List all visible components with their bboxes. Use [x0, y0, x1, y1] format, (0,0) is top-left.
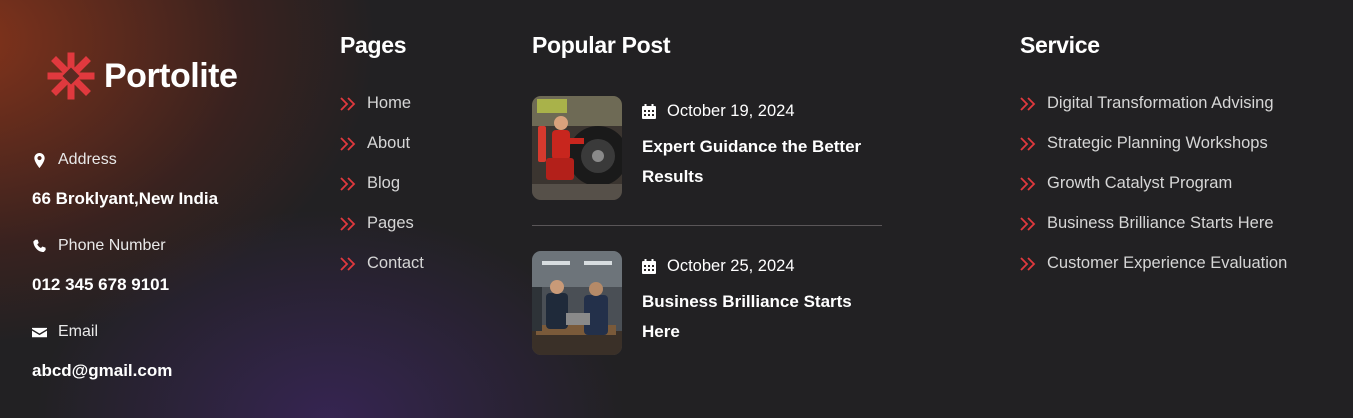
- phone-label: Phone Number: [58, 237, 166, 254]
- list-item: Strategic Planning Workshops: [1020, 134, 1287, 174]
- service-link-label: Customer Experience Evaluation: [1047, 254, 1288, 272]
- list-item: Blog: [340, 174, 424, 214]
- post-date: October 19, 2024: [642, 102, 795, 121]
- calendar-icon: [642, 104, 656, 119]
- asterisk-logo-icon: [47, 52, 95, 100]
- pages-link-label: Home: [367, 94, 412, 112]
- map-pin-icon: [34, 152, 45, 168]
- service-link-label: Growth Catalyst Program: [1047, 174, 1233, 192]
- pages-list: Home About Blog Pages Contact: [340, 94, 424, 294]
- service-list: Digital Transformation Advising Strategi…: [1020, 94, 1287, 294]
- brand-name: Portolite: [104, 56, 238, 95]
- list-item: About: [340, 134, 424, 174]
- service-link[interactable]: Customer Experience Evaluation: [1020, 254, 1287, 273]
- pages-heading: Pages: [340, 32, 407, 58]
- mechanic-tire-photo[interactable]: [532, 96, 622, 200]
- double-chevron-right-icon: [340, 176, 356, 191]
- address-value: 66 Broklyant,New India: [32, 189, 219, 208]
- list-item: Pages: [340, 214, 424, 254]
- double-chevron-right-icon: [340, 96, 356, 111]
- site-footer: Portolite Address 66 Broklyant,New India…: [0, 0, 1353, 418]
- list-item: Home: [340, 94, 424, 134]
- workshop-engineers-photo[interactable]: [532, 251, 622, 355]
- address-label: Address: [58, 151, 117, 168]
- list-item: Contact: [340, 254, 424, 294]
- post-card: October 25, 2024 Business Brilliance Sta…: [532, 251, 882, 355]
- pages-link-about[interactable]: About: [340, 134, 410, 153]
- post-card: October 19, 2024 Expert Guidance the Bet…: [532, 96, 882, 200]
- post-title-link[interactable]: Business Brilliance Starts Here: [642, 287, 882, 347]
- service-link[interactable]: Digital Transformation Advising: [1020, 94, 1274, 113]
- envelope-icon: [32, 327, 47, 337]
- double-chevron-right-icon: [1020, 96, 1036, 111]
- double-chevron-right-icon: [340, 136, 356, 151]
- pages-link-contact[interactable]: Contact: [340, 254, 424, 273]
- address-label-row: Address: [32, 151, 117, 169]
- double-chevron-right-icon: [340, 216, 356, 231]
- popular-post-heading: Popular Post: [532, 32, 671, 58]
- double-chevron-right-icon: [340, 256, 356, 271]
- post-date: October 25, 2024: [642, 257, 795, 276]
- list-item: Growth Catalyst Program: [1020, 174, 1287, 214]
- service-link-label: Strategic Planning Workshops: [1047, 134, 1268, 152]
- pages-link-label: Contact: [367, 254, 424, 272]
- service-link-label: Digital Transformation Advising: [1047, 94, 1274, 112]
- pages-link-label: About: [367, 134, 411, 152]
- double-chevron-right-icon: [1020, 256, 1036, 271]
- pages-link-pages[interactable]: Pages: [340, 214, 414, 233]
- service-link[interactable]: Business Brilliance Starts Here: [1020, 214, 1274, 233]
- email-label-row: Email: [32, 323, 98, 341]
- phone-value[interactable]: 012 345 678 9101: [32, 275, 169, 295]
- phone-label-row: Phone Number: [32, 237, 166, 255]
- post-date-text: October 19, 2024: [667, 102, 795, 120]
- email-label: Email: [58, 323, 99, 340]
- email-value[interactable]: abcd@gmail.com: [32, 361, 172, 381]
- list-item: Digital Transformation Advising: [1020, 94, 1287, 134]
- pages-link-label: Blog: [367, 174, 401, 192]
- service-link-label: Business Brilliance Starts Here: [1047, 214, 1274, 232]
- calendar-icon: [642, 259, 656, 274]
- brand-logo[interactable]: Portolite: [47, 52, 238, 100]
- double-chevron-right-icon: [1020, 216, 1036, 231]
- post-date-text: October 25, 2024: [667, 257, 795, 275]
- double-chevron-right-icon: [1020, 136, 1036, 151]
- pages-link-label: Pages: [367, 214, 414, 232]
- service-link[interactable]: Growth Catalyst Program: [1020, 174, 1232, 193]
- pages-link-blog[interactable]: Blog: [340, 174, 400, 193]
- phone-icon: [33, 239, 46, 252]
- list-item: Customer Experience Evaluation: [1020, 254, 1287, 294]
- service-heading: Service: [1020, 32, 1100, 58]
- post-divider: [532, 225, 882, 226]
- pages-link-home[interactable]: Home: [340, 94, 411, 113]
- service-link[interactable]: Strategic Planning Workshops: [1020, 134, 1268, 153]
- post-title-link[interactable]: Expert Guidance the Better Results: [642, 132, 882, 192]
- list-item: Business Brilliance Starts Here: [1020, 214, 1287, 254]
- double-chevron-right-icon: [1020, 176, 1036, 191]
